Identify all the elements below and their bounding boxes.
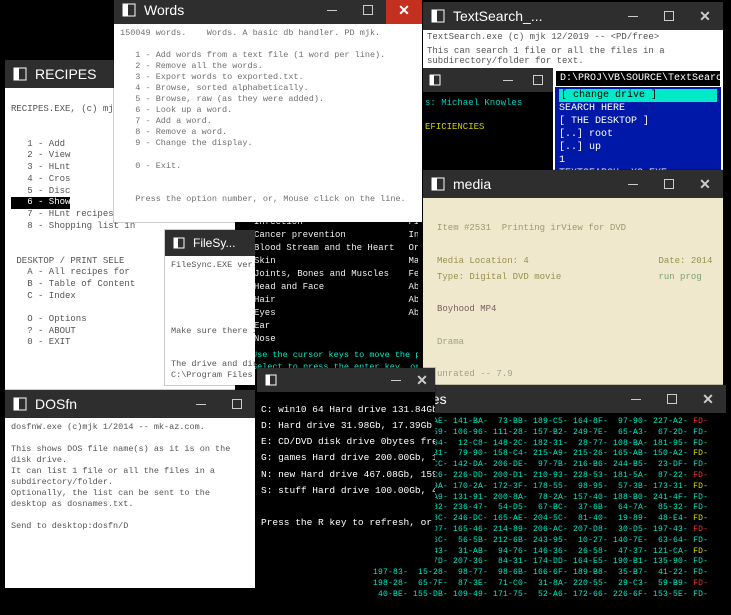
minimize-button[interactable] <box>183 390 219 418</box>
minimize-button[interactable] <box>618 385 654 413</box>
media-rating: unrated -- 7.9 <box>437 369 513 379</box>
close-button[interactable]: ✕ <box>687 2 723 30</box>
app-icon <box>431 177 445 191</box>
app-icon <box>13 397 27 411</box>
recipes-text2: 7 - HLnt recipes for 8 - Shopping list i… <box>11 209 135 348</box>
drives-titlebar[interactable]: ✕ <box>257 368 435 392</box>
close-button[interactable]: ✕ <box>386 0 422 24</box>
ts-inner-titlebar[interactable] <box>423 68 553 92</box>
media-runprog[interactable]: run prog <box>658 272 701 282</box>
media-date: Date: 2014 <box>658 256 712 266</box>
media-titlebar[interactable]: media ✕ <box>423 170 723 198</box>
dosfn-titlebar[interactable]: DOSfn <box>5 390 255 418</box>
ts-path: D:\PROJ\VB\SOURCE\TextSearch\ <box>555 70 721 87</box>
filesync-titlebar[interactable]: FileSy... <box>165 230 255 256</box>
words-window[interactable]: Words ✕ 150049 words. Words. A basic db … <box>114 0 422 222</box>
minimize-button[interactable] <box>493 68 523 92</box>
ts-line1: TextSearch.exe (c) mjk 12/2019 -- <PD/fr… <box>423 30 723 44</box>
filesync-title: FileSy... <box>193 236 255 250</box>
recipes-selected[interactable]: 6 - Show <box>11 197 70 209</box>
changes-title: ges <box>424 391 618 407</box>
close-button[interactable]: ✕ <box>687 170 723 198</box>
ts-line2: This can search 1 file or all the files … <box>423 44 723 68</box>
ts-author: s: Michael Knowles <box>425 98 551 108</box>
media-window[interactable]: media ✕ Item #2531 Printing irView for D… <box>423 170 723 385</box>
topics-col2: Fingers an Intestinal Organs Male/Femal … <box>408 216 418 346</box>
dosfn-title: DOSfn <box>35 396 183 412</box>
app-icon <box>431 9 445 23</box>
media-body: Item #2531 Printing irView for DVD Media… <box>423 198 723 385</box>
app-icon <box>122 3 136 17</box>
filesync-body: FileSync.EXE ver:0 Make sure there is Th… <box>165 256 255 385</box>
ts-selected[interactable]: [ change drive ] <box>559 89 717 102</box>
media-genre: Drama <box>437 337 464 347</box>
maximize-button[interactable] <box>651 170 687 198</box>
drives-window[interactable]: ✕ C: win10 64 Hard drive 131.84Gb, 86.03… <box>257 368 435 564</box>
dosfn-window[interactable]: DOSfn dosfnW.exe (c)mjk 1/2014 -- mk-az.… <box>5 390 255 588</box>
topics-window: Infection Cancer prevention Blood Stream… <box>248 210 418 370</box>
ts-side2: EFICIENCIES <box>425 122 551 132</box>
media-name: Boyhood MP4 <box>437 304 496 314</box>
words-titlebar[interactable]: Words ✕ <box>114 0 422 24</box>
media-title: media <box>453 176 615 192</box>
app-icon <box>13 67 27 81</box>
topics-col1: Infection Cancer prevention Blood Stream… <box>254 216 394 346</box>
app-icon <box>173 237 185 249</box>
maximize-button[interactable] <box>219 390 255 418</box>
maximize-button[interactable] <box>651 2 687 30</box>
minimize-button[interactable] <box>383 368 409 394</box>
maximize-button[interactable] <box>654 385 690 413</box>
minimize-button[interactable] <box>615 2 651 30</box>
maximize-button[interactable] <box>523 68 553 92</box>
words-body: 150049 words. Words. A basic db handler.… <box>114 24 422 222</box>
filesync-window[interactable]: FileSy... FileSync.EXE ver:0 Make sure t… <box>165 230 255 385</box>
textsearch-titlebar[interactable]: TextSearch_... ✕ <box>423 2 723 30</box>
close-button[interactable]: ✕ <box>690 385 726 413</box>
topics-hint: Use the cursor keys to move the poin Sel… <box>248 348 418 370</box>
media-header: Item #2531 Printing irView for DVD <box>437 223 626 233</box>
textsearch-window[interactable]: TextSearch_... ✕ TextSearch.exe (c) mjk … <box>423 2 723 170</box>
media-type: Type: Digital DVD movie <box>437 272 561 282</box>
words-title: Words <box>144 2 314 18</box>
dosfn-body: dosfnW.exe (c)mjk 1/2014 -- mk-az.com. T… <box>5 418 255 588</box>
media-location: Media Location: 4 <box>437 256 529 266</box>
maximize-button[interactable] <box>350 0 386 24</box>
app-icon <box>265 374 277 386</box>
app-icon <box>429 74 441 86</box>
ts-filelist[interactable]: [ change drive ]SEARCH HERE [ THE DESKTO… <box>555 87 721 170</box>
minimize-button[interactable] <box>615 170 651 198</box>
ts-entries[interactable]: SEARCH HERE [ THE DESKTOP ] [..] root [.… <box>559 103 667 170</box>
textsearch-title: TextSearch_... <box>453 8 615 24</box>
minimize-button[interactable] <box>314 0 350 24</box>
drives-body: C: win10 64 Hard drive 131.84Gb, 86.03Gb… <box>257 392 435 564</box>
close-button[interactable]: ✕ <box>409 368 435 394</box>
